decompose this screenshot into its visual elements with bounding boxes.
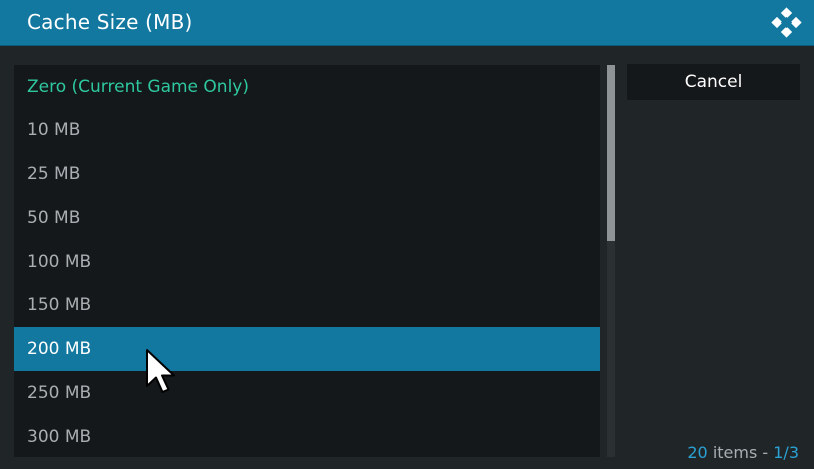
options-list[interactable]: Zero (Current Game Only) 10 MB 25 MB 50 … xyxy=(14,65,600,457)
mouse-pointer-icon xyxy=(146,349,175,393)
list-item[interactable]: 150 MB xyxy=(14,283,600,327)
scrollbar[interactable] xyxy=(607,65,615,457)
page-indicator: 1/3 xyxy=(773,443,799,462)
items-label: items - xyxy=(707,443,774,462)
list-item[interactable]: 300 MB xyxy=(14,415,600,459)
dialog: Cache Size (MB) Zero (Current Game Only)… xyxy=(0,0,814,469)
item-count-footer: 20 items - 1/3 xyxy=(687,443,799,462)
dialog-title: Cache Size (MB) xyxy=(27,10,193,34)
list-item[interactable]: 250 MB xyxy=(14,371,600,415)
list-item[interactable]: 100 MB xyxy=(14,240,600,284)
list-item-selected[interactable]: 200 MB xyxy=(14,327,600,371)
scrollbar-thumb[interactable] xyxy=(607,65,615,241)
list-item[interactable]: 50 MB xyxy=(14,196,600,240)
dialog-header: Cache Size (MB) xyxy=(0,0,814,46)
list-item[interactable]: 25 MB xyxy=(14,152,600,196)
list-item[interactable]: Zero (Current Game Only) xyxy=(14,65,600,109)
list-item[interactable]: 10 MB xyxy=(14,108,600,152)
kodi-logo-icon[interactable] xyxy=(770,7,802,39)
item-count: 20 xyxy=(687,443,708,462)
cancel-button[interactable]: Cancel xyxy=(627,64,800,100)
